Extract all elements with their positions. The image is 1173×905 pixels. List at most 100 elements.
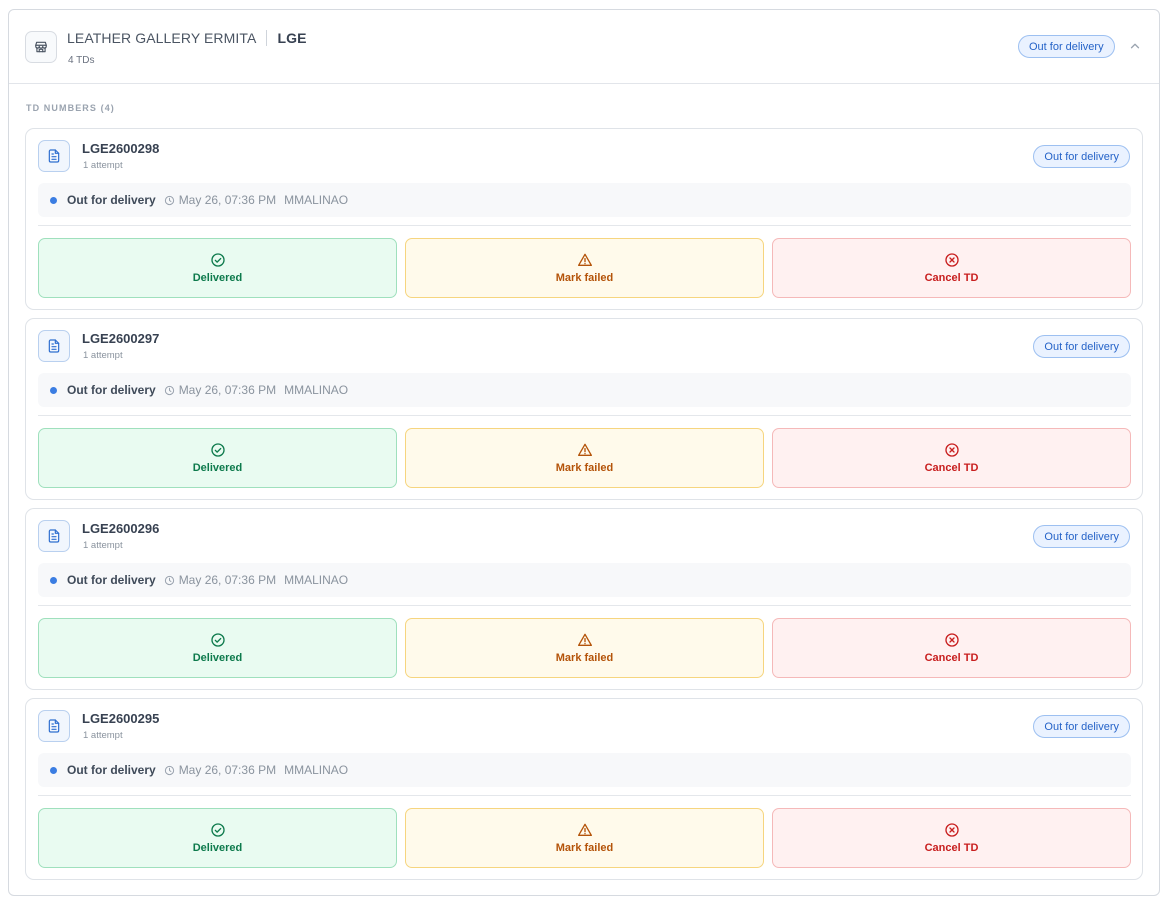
x-circle-icon bbox=[944, 252, 960, 268]
document-icon bbox=[38, 330, 70, 362]
td-card: LGE2600295 1 attempt Out for delivery Ou… bbox=[25, 698, 1143, 880]
status-dot bbox=[50, 386, 57, 394]
status-history-row: Out for delivery May 26, 07:36 PM MMALIN… bbox=[38, 753, 1131, 787]
divider bbox=[38, 415, 1131, 416]
warning-icon bbox=[577, 822, 593, 838]
title-divider bbox=[266, 30, 268, 46]
group-title: LEATHER GALLERY ERMITA LGE bbox=[67, 30, 307, 46]
status-badge-label: Out for delivery bbox=[1018, 35, 1115, 58]
divider bbox=[38, 795, 1131, 796]
td-status-badge: Out for delivery bbox=[1033, 715, 1130, 738]
status-text: Out for delivery bbox=[67, 193, 156, 207]
td-card: LGE2600297 1 attempt Out for delivery Ou… bbox=[25, 318, 1143, 500]
mark-failed-label: Mark failed bbox=[555, 652, 614, 664]
status-text: Out for delivery bbox=[67, 763, 156, 777]
td-count: 4 TDs bbox=[68, 55, 95, 66]
mark-failed-button[interactable]: Mark failed bbox=[405, 618, 764, 678]
action-buttons: Delivered Mark failed Cancel TD bbox=[38, 618, 1131, 678]
status-text: Out for delivery bbox=[67, 383, 156, 397]
action-buttons: Delivered Mark failed Cancel TD bbox=[38, 238, 1131, 298]
document-icon bbox=[38, 140, 70, 172]
action-buttons: Delivered Mark failed Cancel TD bbox=[38, 808, 1131, 868]
warning-icon bbox=[577, 252, 593, 268]
td-card: LGE2600298 1 attempt Out for delivery Ou… bbox=[25, 128, 1143, 310]
cancel-td-label: Cancel TD bbox=[924, 462, 979, 474]
td-status-badge: Out for delivery bbox=[1033, 525, 1130, 548]
cancel-td-button[interactable]: Cancel TD bbox=[772, 428, 1131, 488]
check-circle-icon bbox=[210, 632, 226, 648]
status-user: MMALINAO bbox=[284, 573, 349, 587]
cancel-td-button[interactable]: Cancel TD bbox=[772, 808, 1131, 868]
td-number: LGE2600297 bbox=[82, 331, 160, 346]
td-number: LGE2600298 bbox=[82, 141, 160, 156]
td-attempts: 1 attempt bbox=[83, 160, 123, 171]
cancel-td-label: Cancel TD bbox=[924, 272, 979, 284]
status-text: Out for delivery bbox=[67, 573, 156, 587]
delivered-label: Delivered bbox=[192, 272, 243, 284]
td-card: LGE2600296 1 attempt Out for delivery Ou… bbox=[25, 508, 1143, 690]
cancel-td-label: Cancel TD bbox=[924, 842, 979, 854]
cancel-td-button[interactable]: Cancel TD bbox=[772, 238, 1131, 298]
cancel-td-label: Cancel TD bbox=[924, 652, 979, 664]
status-time: May 26, 07:36 PM bbox=[178, 763, 277, 777]
td-badge-label: Out for delivery bbox=[1033, 715, 1130, 738]
td-number: LGE2600296 bbox=[82, 521, 160, 536]
status-time: May 26, 07:36 PM bbox=[178, 193, 277, 207]
document-icon bbox=[38, 710, 70, 742]
status-user: MMALINAO bbox=[284, 763, 349, 777]
group-code: LGE bbox=[277, 30, 307, 46]
status-time: May 26, 07:36 PM bbox=[178, 383, 277, 397]
action-buttons: Delivered Mark failed Cancel TD bbox=[38, 428, 1131, 488]
td-status-badge: Out for delivery bbox=[1033, 335, 1130, 358]
group-header[interactable]: LEATHER GALLERY ERMITA LGE 4 TDs Out for… bbox=[9, 10, 1159, 84]
mark-failed-button[interactable]: Mark failed bbox=[405, 808, 764, 868]
x-circle-icon bbox=[944, 632, 960, 648]
group-name: LEATHER GALLERY ERMITA bbox=[67, 30, 257, 46]
mark-failed-label: Mark failed bbox=[555, 272, 614, 284]
store-icon bbox=[25, 31, 57, 63]
clock-icon bbox=[164, 765, 175, 776]
td-status-badge: Out for delivery bbox=[1033, 145, 1130, 168]
chevron-up-icon[interactable] bbox=[1128, 39, 1142, 53]
mark-failed-label: Mark failed bbox=[555, 842, 614, 854]
status-time: May 26, 07:36 PM bbox=[178, 573, 277, 587]
divider bbox=[38, 225, 1131, 226]
check-circle-icon bbox=[210, 252, 226, 268]
clock-icon bbox=[164, 385, 175, 396]
td-attempts: 1 attempt bbox=[83, 540, 123, 551]
check-circle-icon bbox=[210, 822, 226, 838]
status-history-row: Out for delivery May 26, 07:36 PM MMALIN… bbox=[38, 373, 1131, 407]
delivered-label: Delivered bbox=[192, 842, 243, 854]
section-label: TD NUMBERS (4) bbox=[26, 103, 115, 113]
status-dot bbox=[50, 576, 57, 584]
td-attempts: 1 attempt bbox=[83, 730, 123, 741]
mark-failed-label: Mark failed bbox=[555, 462, 614, 474]
td-badge-label: Out for delivery bbox=[1033, 525, 1130, 548]
delivered-button[interactable]: Delivered bbox=[38, 428, 397, 488]
delivered-label: Delivered bbox=[192, 652, 243, 664]
warning-icon bbox=[577, 632, 593, 648]
x-circle-icon bbox=[944, 822, 960, 838]
delivered-label: Delivered bbox=[192, 462, 243, 474]
group-status-badge: Out for delivery bbox=[1018, 35, 1115, 58]
check-circle-icon bbox=[210, 442, 226, 458]
status-dot bbox=[50, 766, 57, 774]
status-user: MMALINAO bbox=[284, 193, 349, 207]
td-attempts: 1 attempt bbox=[83, 350, 123, 361]
td-badge-label: Out for delivery bbox=[1033, 335, 1130, 358]
clock-icon bbox=[164, 195, 175, 206]
td-badge-label: Out for delivery bbox=[1033, 145, 1130, 168]
document-icon bbox=[38, 520, 70, 552]
delivered-button[interactable]: Delivered bbox=[38, 618, 397, 678]
delivered-button[interactable]: Delivered bbox=[38, 808, 397, 868]
status-history-row: Out for delivery May 26, 07:36 PM MMALIN… bbox=[38, 183, 1131, 217]
delivered-button[interactable]: Delivered bbox=[38, 238, 397, 298]
warning-icon bbox=[577, 442, 593, 458]
status-history-row: Out for delivery May 26, 07:36 PM MMALIN… bbox=[38, 563, 1131, 597]
mark-failed-button[interactable]: Mark failed bbox=[405, 428, 764, 488]
cancel-td-button[interactable]: Cancel TD bbox=[772, 618, 1131, 678]
status-dot bbox=[50, 196, 57, 204]
x-circle-icon bbox=[944, 442, 960, 458]
clock-icon bbox=[164, 575, 175, 586]
mark-failed-button[interactable]: Mark failed bbox=[405, 238, 764, 298]
